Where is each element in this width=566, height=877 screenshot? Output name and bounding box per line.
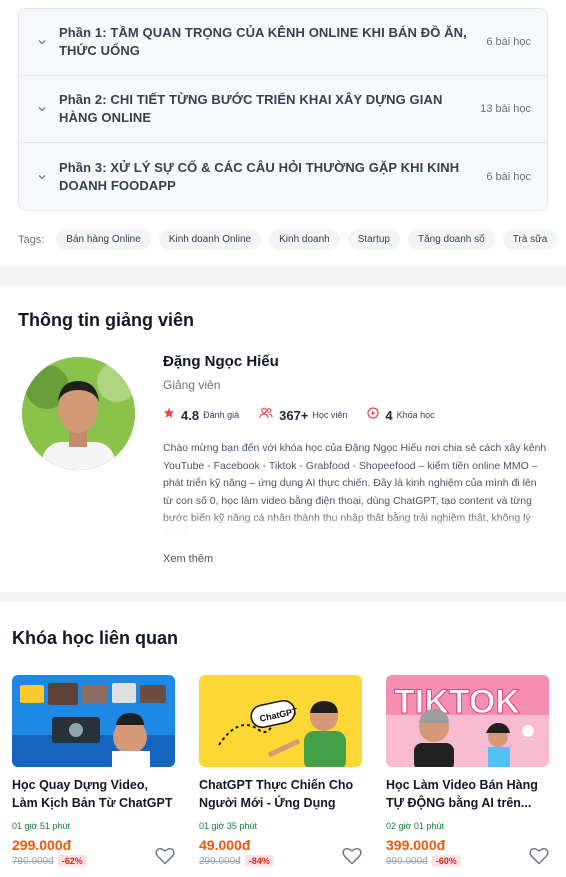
section-item-3[interactable]: Phần 3: XỬ LÝ SỰ CỐ & CÁC CÂU HỎI THƯỜNG…: [19, 143, 547, 210]
students-label: Học viên: [312, 410, 348, 420]
section-lesson-count: 6 bài học: [486, 170, 531, 183]
section-item-1[interactable]: Phần 1: TẦM QUAN TRỌNG CỦA KÊNH ONLINE K…: [19, 9, 547, 76]
course-card[interactable]: TIKTOK Học Làm Video Bán Hàng TỰ ĐỘNG bằ…: [386, 675, 549, 870]
related-section-title: Khóa học liên quan: [12, 628, 179, 648]
play-circle-icon: [367, 406, 380, 424]
course-title[interactable]: ChatGPT Thực Chiến Cho Người Mới - Ứng D…: [199, 776, 362, 812]
course-duration: 01 giờ 51 phút: [12, 821, 70, 831]
section-title: Phần 2: CHI TIẾT TỪNG BƯỚC TRIỂN KHAI XÂ…: [59, 92, 443, 125]
course-price: 299.000đ: [12, 837, 72, 853]
rating-value: 4.8: [181, 407, 200, 423]
chevron-down-icon: [37, 103, 49, 115]
instructor-role: Giảng viên: [163, 378, 221, 392]
tags-label: Tags:: [18, 233, 45, 246]
chevron-down-icon: [37, 171, 49, 183]
instructor-avatar: [22, 357, 135, 470]
section-item-2[interactable]: Phần 2: CHI TIẾT TỪNG BƯỚC TRIỂN KHAI XÂ…: [19, 76, 547, 143]
course-old-price: 990.000đ: [386, 855, 428, 867]
section-title: Phần 3: XỬ LÝ SỰ CỐ & CÁC CÂU HỎI THƯỜNG…: [59, 159, 460, 193]
course-old-price: 299.000đ: [199, 855, 241, 867]
course-card[interactable]: Học Quay Dựng Video, Làm Kịch Bản Từ Cha…: [12, 675, 175, 870]
discount-badge: -62%: [57, 855, 87, 867]
star-icon: [163, 406, 175, 424]
section-lesson-count: 6 bài học: [486, 36, 531, 48]
thumb-tiktok-text: TIKTOK: [394, 683, 520, 721]
users-icon: [259, 406, 273, 424]
course-title[interactable]: Học Làm Video Bán Hàng TỰ ĐỘNG bằng AI t…: [386, 776, 549, 812]
students-value: 367+: [279, 407, 309, 423]
courses-stat: 4 Khóa học: [367, 406, 435, 424]
course-price: 49.000đ: [199, 837, 251, 853]
heart-icon[interactable]: [155, 847, 175, 870]
discount-badge: -84%: [244, 855, 274, 867]
tag-chip[interactable]: Tăng doanh số: [407, 229, 495, 250]
course-title[interactable]: Học Quay Dựng Video, Làm Kịch Bản Từ Cha…: [12, 776, 175, 812]
course-thumbnail[interactable]: TIKTOK: [386, 675, 549, 767]
course-thumbnail[interactable]: ChatGPT: [199, 675, 362, 767]
rating-stat: 4.8 Đánh giá: [163, 406, 239, 424]
heart-icon[interactable]: [342, 847, 362, 870]
instructor-stats: 4.8 Đánh giá 367+ Học viên 4 Khóa học: [163, 406, 548, 424]
chevron-down-icon: [37, 36, 49, 48]
courses-value: 4: [385, 407, 393, 423]
course-duration: 01 giờ 35 phút: [199, 821, 257, 831]
course-thumbnail[interactable]: [12, 675, 175, 767]
section-lesson-count: 13 bài học: [480, 103, 531, 115]
heart-icon[interactable]: [529, 847, 549, 870]
see-more-link[interactable]: Xem thêm: [163, 553, 548, 565]
instructor-section-title: Thông tin giảng viên: [18, 310, 194, 330]
tag-chip[interactable]: Kinh doanh: [269, 229, 340, 250]
course-card[interactable]: ChatGPT ChatGPT Thực Chiến Cho Người Mới…: [199, 675, 362, 870]
instructor-bio: Chào mừng bạn đến với khóa học của Đặng …: [163, 440, 548, 535]
tag-chip[interactable]: Bán hàng Online: [56, 229, 151, 250]
tag-chip[interactable]: Trà sữa: [502, 229, 558, 250]
tags-row: Tags: Bán hàng Online Kinh doanh Online …: [18, 229, 558, 250]
instructor-name[interactable]: Đặng Ngọc Hiếu: [163, 353, 548, 370]
courses-label: Khóa học: [396, 410, 435, 420]
discount-badge: -60%: [431, 855, 461, 867]
curriculum-section: Phần 1: TẦM QUAN TRỌNG CỦA KÊNH ONLINE K…: [0, 0, 566, 266]
course-price: 399.000đ: [386, 837, 446, 853]
course-old-price: 790.000đ: [12, 855, 54, 867]
rating-label: Đánh giá: [203, 410, 240, 420]
curriculum-accordion: Phần 1: TẦM QUAN TRỌNG CỦA KÊNH ONLINE K…: [18, 8, 548, 211]
course-duration: 02 giờ 01 phút: [386, 821, 444, 831]
related-courses-section: Khóa học liên quan Học Quay Dựng Video, …: [0, 602, 566, 877]
tag-chip[interactable]: Kinh doanh Online: [158, 229, 262, 250]
instructor-section: Thông tin giảng viên Đặng Ngọc Hiếu Giản…: [0, 286, 566, 592]
section-title: Phần 1: TẦM QUAN TRỌNG CỦA KÊNH ONLINE K…: [59, 25, 467, 58]
students-stat: 367+ Học viên: [259, 406, 347, 424]
tag-chip[interactable]: Startup: [347, 229, 400, 250]
